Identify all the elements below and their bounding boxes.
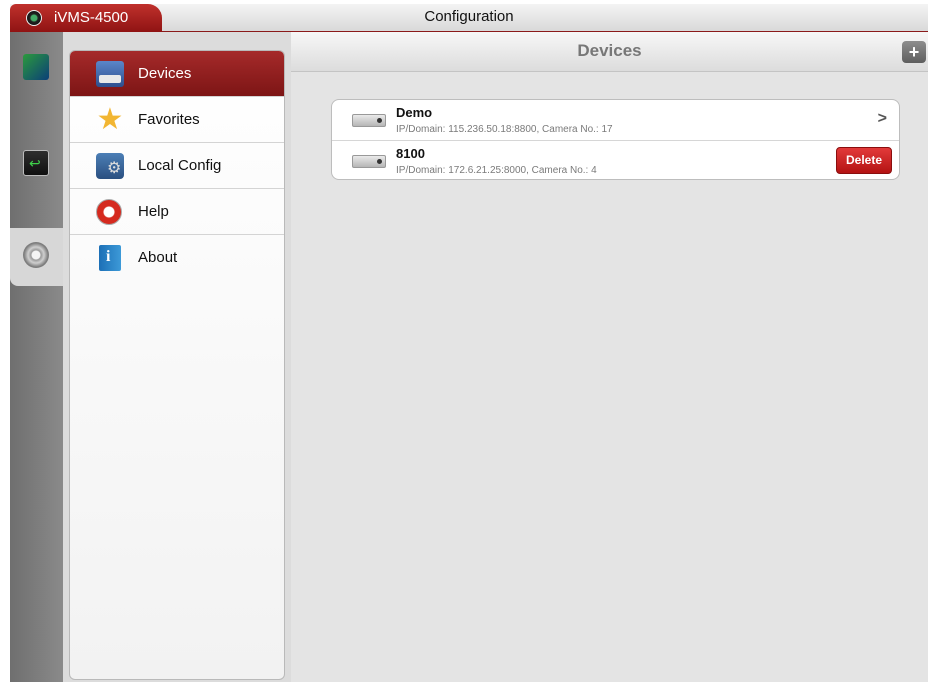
add-device-button[interactable]: + [902, 41, 926, 63]
device-list: Demo IP/Domain: 115.236.50.18:8800, Came… [331, 99, 900, 180]
icon-rail [10, 32, 63, 682]
local-config-icon [96, 153, 124, 179]
menu-item-help[interactable]: Help [70, 189, 284, 235]
device-row-demo[interactable]: Demo IP/Domain: 115.236.50.18:8800, Came… [332, 100, 899, 140]
config-menu: Devices ★ Favorites Local Config Help Ab… [69, 50, 285, 680]
dvr-device-icon [352, 155, 386, 168]
live-view-icon [23, 54, 49, 80]
devices-icon [96, 61, 124, 87]
content-title: Devices [577, 41, 642, 60]
menu-item-about[interactable]: About [70, 235, 284, 281]
menu-item-label: Help [138, 203, 169, 220]
menu-item-devices[interactable]: Devices [70, 51, 284, 97]
rail-configuration-button[interactable] [10, 228, 63, 286]
page-title: Configuration [424, 8, 514, 25]
rail-playback-button[interactable] [10, 136, 63, 194]
dvr-device-icon [352, 114, 386, 127]
device-info: IP/Domain: 172.6.21.25:8000, Camera No.:… [396, 165, 597, 176]
menu-item-local-config[interactable]: Local Config [70, 143, 284, 189]
chevron-right-icon[interactable]: > [878, 110, 887, 128]
lifebuoy-icon [96, 199, 122, 225]
star-icon: ★ [96, 103, 124, 136]
info-book-icon [99, 245, 121, 271]
app-window: iVMS-4500 Configuration Devices ★ Favori… [0, 0, 928, 682]
device-info: IP/Domain: 115.236.50.18:8800, Camera No… [396, 124, 613, 135]
title-bar: iVMS-4500 Configuration [10, 4, 928, 32]
devices-content: Devices + Demo IP/Domain: 115.236.50.18:… [291, 32, 928, 682]
delete-device-button[interactable]: Delete [836, 147, 892, 174]
menu-item-label: Devices [138, 65, 192, 82]
config-menu-panel: Devices ★ Favorites Local Config Help Ab… [63, 32, 291, 682]
menu-item-favorites[interactable]: ★ Favorites [70, 97, 284, 143]
device-name: Demo [396, 105, 433, 120]
gear-icon [23, 242, 49, 268]
menu-item-label: Local Config [138, 157, 222, 174]
menu-item-label: Favorites [138, 111, 200, 128]
content-header: Devices + [291, 32, 928, 72]
rail-live-view-button[interactable] [10, 40, 63, 98]
device-row-8100[interactable]: 8100 IP/Domain: 172.6.21.25:8000, Camera… [332, 140, 899, 179]
device-name: 8100 [396, 146, 425, 161]
playback-icon [23, 150, 49, 176]
menu-item-label: About [138, 249, 178, 266]
